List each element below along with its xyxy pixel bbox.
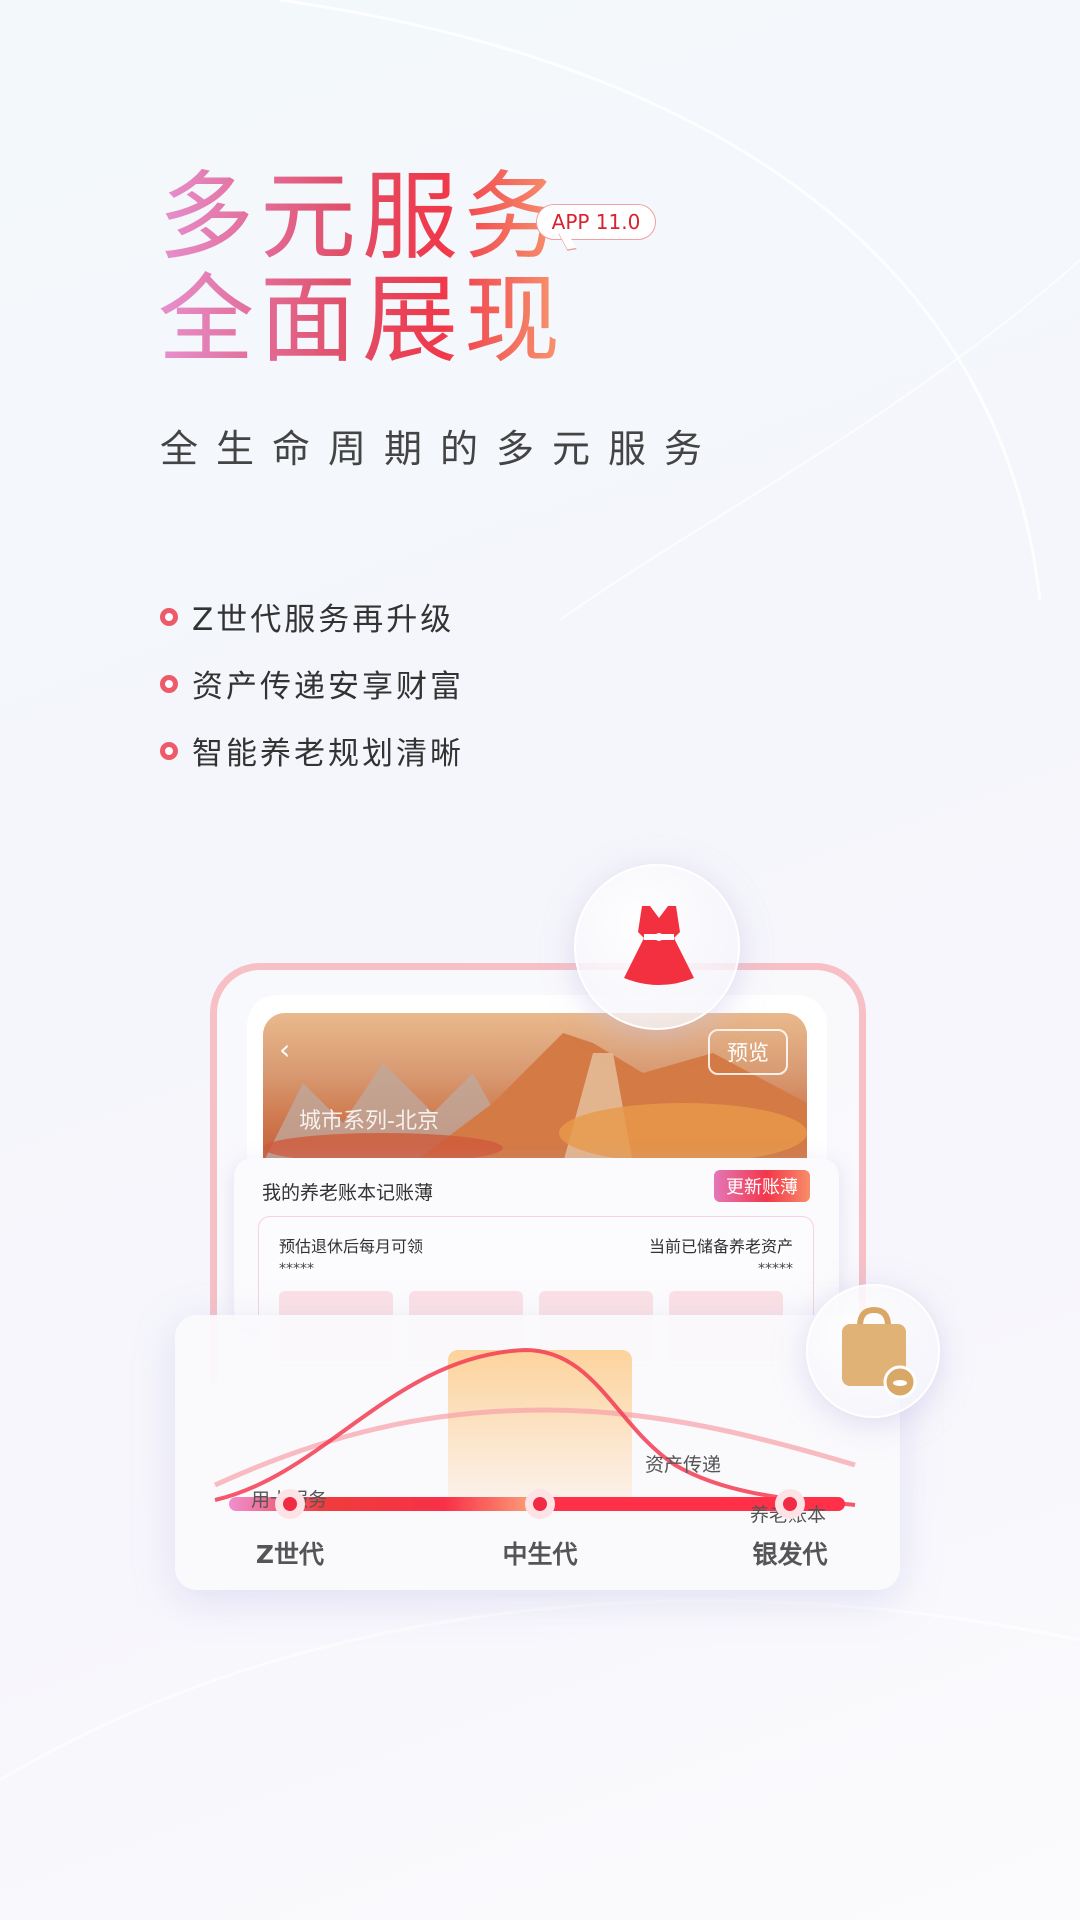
feature-label: Z世代服务再升级 [192,602,455,638]
curve-label-asset-transfer: 资产传递 [645,1454,722,1476]
hero-subtitle: 全生命周期的多元服务 [160,427,721,471]
dress-icon [624,906,694,985]
hero-title-line1: 多元服务 [158,161,566,273]
decorative-arc [0,1599,1080,1782]
card-service-curve [213,1407,856,1488]
current-assets-value: ***** [758,1261,793,1277]
stage-label: 银发代 [752,1540,828,1569]
feature-item: 资产传递安享财富 [160,661,464,706]
hero-title-line2: 全面展现 [158,264,566,376]
preview-button[interactable]: 预览 [708,1029,788,1075]
stage-label: Z世代 [255,1540,325,1569]
stage-marker[interactable] [525,1489,555,1519]
stage-marker[interactable] [775,1489,805,1519]
bag-icon [842,1306,917,1399]
bullet-icon [160,674,178,693]
dress-bubble [574,864,740,1030]
bag-bubble [806,1284,940,1418]
stage-label: 中生代 [502,1540,578,1569]
card-title: 我的养老账本记账薄 [262,1182,434,1204]
feature-item: Z世代服务再升级 [160,594,454,639]
lifecycle-panel: 用卡服务 资产传递 养老账本 Z世代 中生代 银发代 [175,1315,900,1590]
feature-label: 智能养老规划清晰 [192,736,464,772]
feature-label: 资产传递安享财富 [192,669,464,705]
monthly-estimate-label: 预估退休后每月可领 [279,1237,424,1256]
asset-curve [214,1347,856,1507]
banner-title: 城市系列-北京 [299,1109,439,1134]
feature-item: 智能养老规划清晰 [160,728,464,773]
city-banner: ‹ 城市系列-北京 预览 [263,1013,807,1163]
current-assets-label: 当前已储备养老资产 [648,1237,793,1256]
monthly-estimate-value: ***** [279,1261,314,1277]
pension-ledger-card: 我的养老账本记账薄 更新账薄 预估退休后每月可领 当前已储备养老资产 *****… [234,1158,839,1366]
update-ledger-button[interactable]: 更新账薄 [714,1170,810,1202]
stage-marker[interactable] [275,1489,305,1519]
bullet-icon [160,607,178,626]
bullet-icon [160,741,178,760]
chevron-left-icon[interactable]: ‹ [279,1033,290,1066]
version-badge: APP 11.0 [536,204,656,240]
